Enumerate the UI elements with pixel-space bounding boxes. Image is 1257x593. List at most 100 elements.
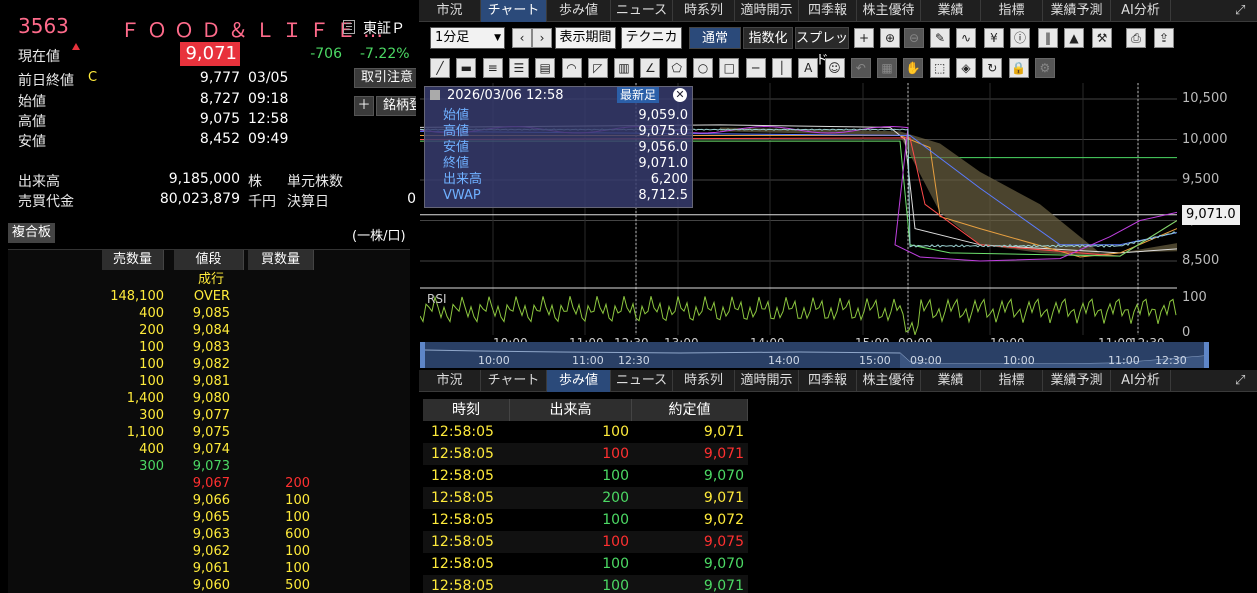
emoji-icon[interactable]: ☺ [824,58,845,78]
trade-row[interactable]: 12:58:05 100 9,072 [423,509,748,531]
zoom-out-icon[interactable]: ⊖ [904,28,924,48]
top-tab-5[interactable]: 適時開示 [735,0,799,22]
trade-row[interactable]: 12:58:05 100 9,070 [423,553,748,575]
bottom-tab-2[interactable]: 歩み値 [547,370,611,392]
order-book-row[interactable]: 9,060 500 [8,577,410,593]
index-mode-button[interactable]: 指数化 [743,27,793,49]
angle-icon[interactable]: ∠ [640,58,661,78]
latest-bar-button[interactable]: 最新足 [617,87,660,103]
doc-icon[interactable]: ▦ [877,58,898,78]
order-book-row[interactable]: 400 9,074 [8,441,410,458]
order-book-row[interactable]: 9,062 100 [8,543,410,560]
top-tab-3[interactable]: ニュース [611,0,673,22]
expand-icon-bottom[interactable]: ⤢ [1235,373,1245,388]
order-book-row[interactable]: 100 9,081 [8,373,410,390]
trade-row[interactable]: 12:58:05 100 9,071 [423,421,748,443]
top-tab-2[interactable]: 歩み値 [547,0,611,22]
trade-row[interactable]: 12:58:05 100 9,075 [423,531,748,553]
bottom-tab-6[interactable]: 四季報 [799,370,857,392]
hline-icon[interactable]: ☰ [508,58,529,78]
pen-icon[interactable]: ✎ [930,28,950,48]
stock-register-button[interactable]: 銘柄登 [376,96,416,116]
trade-row[interactable]: 12:58:05 100 9,070 [423,465,748,487]
collapse-icon[interactable] [430,90,440,100]
top-tab-10[interactable]: 業績予測 [1043,0,1111,22]
top-tab-0[interactable]: 市況 [419,0,481,22]
text-icon[interactable]: A [798,58,819,78]
top-tab-6[interactable]: 四季報 [799,0,857,22]
bottom-tab-5[interactable]: 適時開示 [735,370,799,392]
order-book-row[interactable]: 300 9,073 [8,458,410,475]
order-book-row[interactable]: 148,100 OVER [8,288,410,305]
top-tab-8[interactable]: 業績 [921,0,981,22]
interval-select[interactable]: 1分足 ▼ [430,27,505,49]
trade-row[interactable]: 12:58:05 200 9,071 [423,487,748,509]
bottom-tab-3[interactable]: ニュース [611,370,673,392]
top-tab-1[interactable]: チャート [481,0,547,22]
export-icon[interactable]: ⇪ [1154,28,1174,48]
line-tool-icon[interactable]: ╱ [430,58,450,78]
trade-row[interactable]: 12:58:05 100 9,071 [423,575,748,593]
top-tab-4[interactable]: 時系列 [673,0,735,22]
top-tab-9[interactable]: 指標 [981,0,1043,22]
cross-icon[interactable]: + [854,28,874,48]
top-tab-7[interactable]: 株主優待 [857,0,921,22]
close-icon[interactable]: ✕ [673,88,687,102]
order-book-row[interactable]: 200 9,084 [8,322,410,339]
mountain-icon[interactable]: ▲ [1064,28,1084,48]
bottom-tab-9[interactable]: 指標 [981,370,1043,392]
spread-mode-button[interactable]: スプレッド [795,27,849,68]
vlines-icon[interactable]: ▥ [614,58,635,78]
order-book-row[interactable]: 9,065 100 [8,509,410,526]
order-book-row[interactable]: 9,067 200 [8,475,410,492]
trade-row[interactable]: 12:58:05 100 9,071 [423,443,748,465]
candle-icon[interactable]: ‖ [1038,28,1058,48]
bottom-tab-11[interactable]: AI分析 [1111,370,1171,392]
composite-board-tab[interactable]: 複合板 [8,223,56,243]
order-book-row[interactable]: 400 9,085 [8,305,410,322]
bottom-tab-10[interactable]: 業績予測 [1043,370,1111,392]
vbar-icon[interactable]: │ [771,58,792,78]
ruler-icon[interactable]: ▬ [456,58,477,78]
eraser-icon[interactable]: ⬚ [929,58,950,78]
zoom-in-icon[interactable]: ⊕ [880,28,900,48]
order-book-row[interactable]: 9,066 100 [8,492,410,509]
fan-icon[interactable]: ◠ [561,58,582,78]
expand-icon[interactable]: ⤢ [1235,3,1245,18]
bottom-tab-0[interactable]: 市況 [419,370,481,392]
bottom-tab-1[interactable]: チャート [481,370,547,392]
display-period-button[interactable]: 表示期間 [555,27,616,49]
rotate-icon[interactable]: ↻ [982,58,1003,78]
order-book-row[interactable]: 100 9,083 [8,339,410,356]
bottom-tab-8[interactable]: 業績 [921,370,981,392]
settings-icon[interactable]: ⚙ [1034,58,1055,78]
prev-arrow-icon[interactable]: ‹ [512,28,532,48]
bottom-tab-7[interactable]: 株主優待 [857,370,921,392]
trade-note-button[interactable]: 取引注意 [354,68,416,88]
order-book-row[interactable]: 300 9,077 [8,407,410,424]
hbar-icon[interactable]: ─ [745,58,766,78]
add-icon[interactable]: ＋ [354,96,374,116]
time-navigator[interactable]: 10:00 11:00 12:30 14:00 15:00 09:00 10:00 11:00… [420,342,1209,368]
order-book-row[interactable]: 9,061 100 [8,560,410,577]
order-book-row[interactable]: 1,100 9,075 [8,424,410,441]
circle-icon[interactable]: ○ [693,58,713,78]
hlines-icon[interactable]: ▤ [535,58,556,78]
lock-icon[interactable]: 🔒 [1008,58,1029,78]
undo-icon[interactable]: ↶ [850,58,871,78]
yen-icon[interactable]: ¥ [984,28,1004,48]
order-book-row[interactable]: 9,063 600 [8,526,410,543]
top-tab-11[interactable]: AI分析 [1111,0,1171,22]
wave-icon[interactable]: ∿ [956,28,976,48]
wrench-icon[interactable]: ⚒ [1092,28,1112,48]
pentagon-icon[interactable]: ⬠ [666,58,687,78]
next-arrow-icon[interactable]: › [532,28,552,48]
print-icon[interactable]: ⎙ [1126,28,1146,48]
parallel-icon[interactable]: ≡ [482,58,503,78]
info-icon[interactable]: ⓘ [1010,28,1030,48]
order-book-row[interactable]: 1,400 9,080 [8,390,410,407]
technical-button[interactable]: テクニカル [621,27,682,65]
document-icon[interactable] [343,20,355,34]
tag-icon[interactable]: ◈ [956,58,976,78]
normal-mode-button[interactable]: 通常 [689,27,741,49]
